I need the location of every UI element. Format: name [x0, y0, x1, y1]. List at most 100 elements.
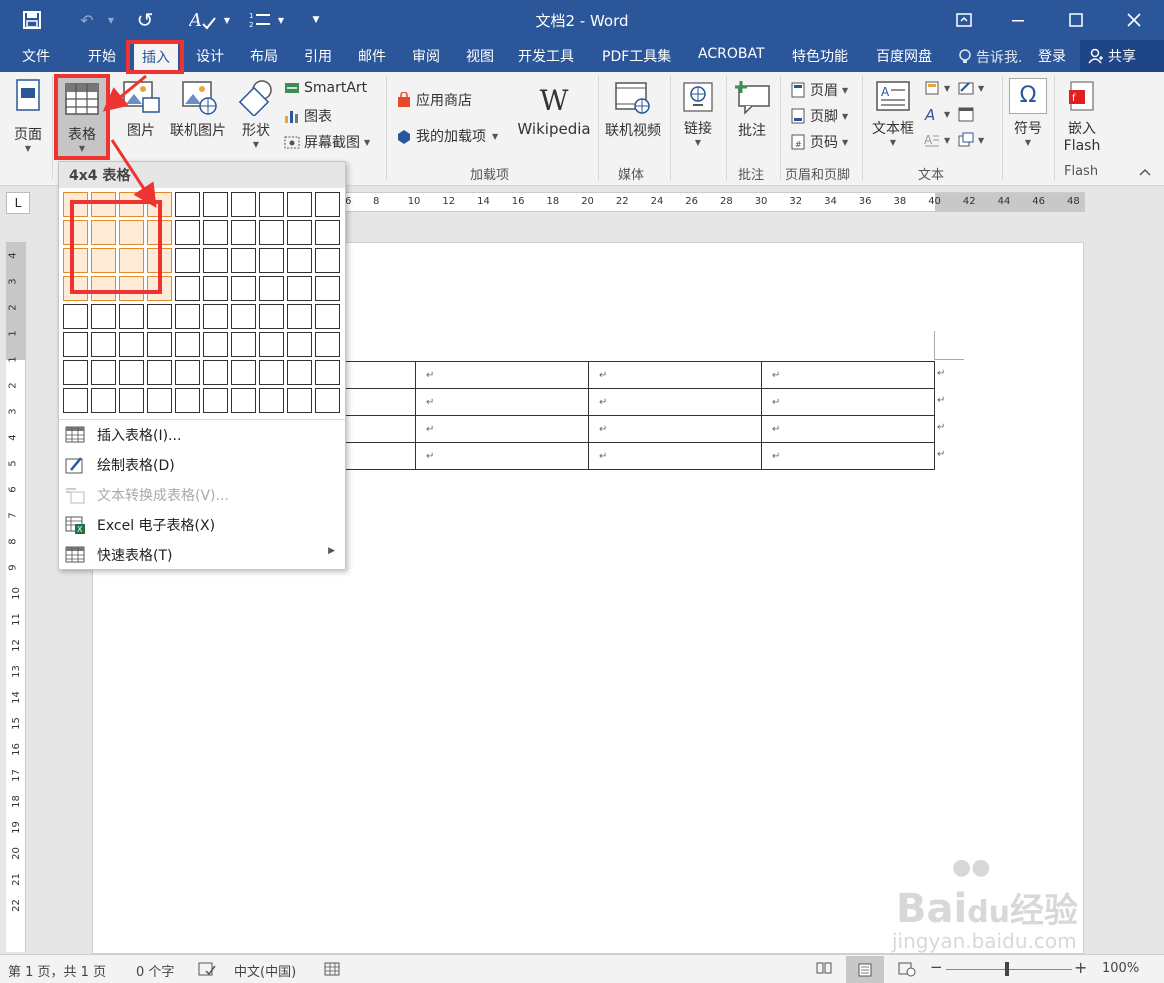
table-cell[interactable]: ↵ — [761, 388, 935, 416]
grid-cell[interactable] — [147, 388, 172, 413]
macro-recording-icon[interactable] — [324, 961, 342, 981]
grid-cell[interactable] — [119, 304, 144, 329]
table-cell[interactable]: ↵ — [761, 442, 935, 470]
grid-cell[interactable] — [147, 360, 172, 385]
grid-cell[interactable] — [315, 304, 340, 329]
table-cell[interactable] — [345, 361, 416, 389]
grid-cell[interactable] — [287, 304, 312, 329]
vertical-ruler[interactable]: 4 3 2 1 1 2 3 4 5 6 7 8 9 10 11 12 13 14 15 16 17 18 19 20 21 22 — [6, 242, 26, 952]
table-cell[interactable] — [345, 388, 416, 416]
collapse-ribbon-icon[interactable] — [1138, 166, 1152, 180]
share-button[interactable]: 共享 — [1080, 40, 1164, 72]
grid-cell[interactable] — [259, 192, 284, 217]
grid-cell[interactable] — [91, 332, 116, 357]
grid-cell[interactable] — [175, 220, 200, 245]
grid-cell[interactable] — [315, 220, 340, 245]
grid-cell[interactable] — [287, 220, 312, 245]
tab-view[interactable]: 视图 — [466, 46, 494, 68]
maximize-icon[interactable] — [1056, 6, 1096, 34]
grid-cell[interactable] — [231, 360, 256, 385]
login-link[interactable]: 登录 — [1038, 46, 1066, 68]
language-status[interactable]: 中文(中国) — [234, 961, 296, 980]
footer-button[interactable]: 页脚 ▼ — [790, 106, 848, 126]
grid-cell[interactable] — [203, 220, 228, 245]
links-button[interactable]: 链接 ▼ — [676, 80, 720, 147]
object-icon[interactable]: ▼ — [958, 132, 984, 148]
table-cell[interactable]: ↵ — [415, 388, 589, 416]
grid-cell[interactable] — [287, 360, 312, 385]
grid-cell[interactable] — [203, 248, 228, 273]
grid-cell[interactable] — [203, 276, 228, 301]
tab-mailings[interactable]: 邮件 — [358, 46, 386, 68]
textbox-button[interactable]: A 文本框 ▼ — [866, 80, 920, 147]
tab-layout[interactable]: 布局 — [250, 46, 278, 68]
tab-selector[interactable]: L — [6, 192, 30, 214]
tab-baidu-netdisk[interactable]: 百度网盘 — [876, 46, 932, 68]
proofing-icon[interactable] — [198, 961, 216, 981]
grid-cell[interactable] — [175, 276, 200, 301]
grid-cell[interactable] — [203, 388, 228, 413]
quick-tables-menu-item[interactable]: 快速表格(T) ▶ — [63, 542, 343, 568]
table-cell[interactable] — [345, 442, 416, 470]
draw-table-menu-item[interactable]: 绘制表格(D) — [63, 452, 343, 478]
table-cell[interactable]: ↵ — [588, 361, 762, 389]
drop-cap-icon[interactable]: A ▼ — [924, 132, 950, 148]
table-cell[interactable]: ↵ — [588, 415, 762, 443]
grid-cell[interactable] — [259, 248, 284, 273]
tab-acrobat[interactable]: ACROBAT — [698, 46, 765, 68]
grid-cell[interactable] — [119, 332, 144, 357]
grid-cell[interactable] — [175, 388, 200, 413]
grid-cell[interactable] — [175, 192, 200, 217]
grid-cell[interactable] — [259, 332, 284, 357]
grid-cell[interactable] — [91, 360, 116, 385]
grid-cell[interactable] — [175, 332, 200, 357]
tab-references[interactable]: 引用 — [304, 46, 332, 68]
shapes-button[interactable]: 形状 ▼ — [234, 78, 278, 149]
tab-special-features[interactable]: 特色功能 — [792, 46, 848, 68]
excel-spreadsheet-menu-item[interactable]: X Excel 电子表格(X) — [63, 512, 343, 538]
grid-cell[interactable] — [147, 304, 172, 329]
close-icon[interactable] — [1114, 6, 1154, 34]
document-table[interactable]: ↵ ↵ ↵ ↵ ↵ ↵ ↵ ↵ ↵ ↵ ↵ ↵ — [345, 361, 935, 470]
insert-table-menu-item[interactable]: 插入表格(I)... — [63, 422, 343, 448]
grid-cell[interactable] — [315, 332, 340, 357]
grid-cell[interactable] — [287, 192, 312, 217]
zoom-in-button[interactable]: + — [1074, 958, 1087, 977]
grid-cell[interactable] — [315, 360, 340, 385]
grid-cell[interactable] — [231, 304, 256, 329]
pages-button[interactable]: 页面 ▼ — [8, 78, 48, 153]
page-count-status[interactable]: 第 1 页，共 1 页 — [8, 961, 106, 980]
grid-cell[interactable] — [315, 388, 340, 413]
grid-cell[interactable] — [63, 388, 88, 413]
grid-cell[interactable] — [203, 360, 228, 385]
table-cell[interactable]: ↵ — [415, 442, 589, 470]
grid-cell[interactable] — [231, 276, 256, 301]
table-cell[interactable]: ↵ — [588, 388, 762, 416]
screenshot-button[interactable]: 屏幕截图 ▼ — [284, 132, 370, 152]
grid-cell[interactable] — [259, 360, 284, 385]
grid-cell[interactable] — [119, 360, 144, 385]
grid-cell[interactable] — [231, 388, 256, 413]
table-cell[interactable]: ↵ — [415, 361, 589, 389]
tab-review[interactable]: 审阅 — [412, 46, 440, 68]
grid-cell[interactable] — [63, 360, 88, 385]
tab-file[interactable]: 文件 — [22, 46, 50, 68]
grid-cell[interactable] — [315, 248, 340, 273]
tab-design[interactable]: 设计 — [196, 46, 224, 68]
table-cell[interactable]: ↵ — [588, 442, 762, 470]
table-cell[interactable]: ↵ — [761, 415, 935, 443]
chart-button[interactable]: 图表 — [284, 106, 332, 126]
grid-cell[interactable] — [231, 332, 256, 357]
grid-cell[interactable] — [203, 332, 228, 357]
table-cell[interactable]: ↵ — [761, 361, 935, 389]
wordart-icon[interactable]: A ▼ — [924, 106, 950, 122]
tab-developer[interactable]: 开发工具 — [518, 46, 574, 68]
read-mode-icon[interactable] — [816, 961, 832, 979]
embed-flash-button[interactable]: f 嵌入 Flash — [1058, 80, 1106, 154]
grid-cell[interactable] — [287, 248, 312, 273]
grid-cell[interactable] — [119, 388, 144, 413]
minimize-icon[interactable] — [998, 6, 1038, 34]
web-layout-icon[interactable] — [898, 961, 916, 981]
tab-home[interactable]: 开始 — [88, 46, 116, 68]
grid-cell[interactable] — [259, 304, 284, 329]
